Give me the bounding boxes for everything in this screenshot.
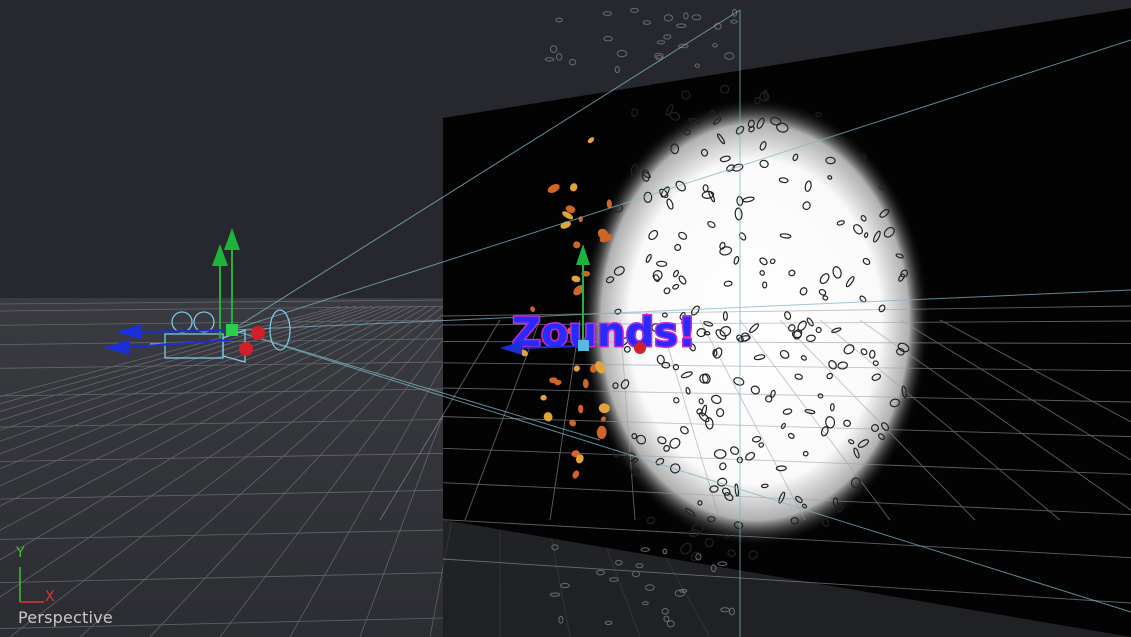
particle	[578, 404, 584, 414]
view-name-label[interactable]: Perspective	[18, 608, 113, 627]
axis-x-label: X	[45, 589, 55, 605]
particle	[573, 241, 581, 249]
particle	[598, 403, 610, 414]
scene-canvas[interactable]: Zounds! Zounds!	[0, 0, 1131, 637]
text3d-label: Zounds!	[512, 310, 696, 356]
particle	[582, 378, 589, 389]
particle	[540, 394, 547, 401]
particle	[554, 379, 562, 386]
axis-y-label: Y	[16, 545, 25, 561]
particle	[606, 199, 612, 209]
particle	[596, 425, 607, 439]
text3d-object[interactable]: Zounds! Zounds!	[511, 309, 698, 358]
3d-viewport[interactable]: Zounds! Zounds! Y X Perspective	[0, 0, 1131, 637]
